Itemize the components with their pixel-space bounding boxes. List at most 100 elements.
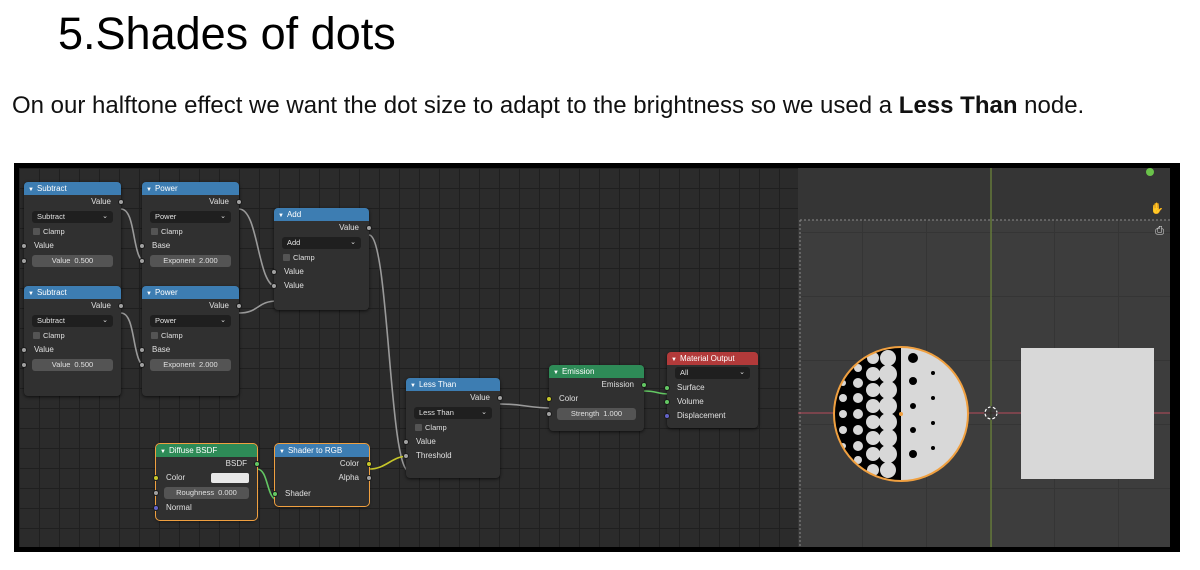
node-subtract-2[interactable]: ▼ Subtract Value Subtract ⌄ Clamp Value Va… (21, 286, 124, 396)
clamp-checkbox[interactable]: Clamp (24, 225, 121, 239)
shader-node-editor[interactable]: ▼ Subtract Value Subtract ⌄ Clamp Value Va… (19, 168, 798, 547)
socket-input[interactable] (153, 475, 159, 481)
clamp-checkbox[interactable]: Clamp (274, 251, 369, 265)
3d-viewport[interactable]: ✋ ⎙ (798, 168, 1170, 547)
collapse-arrow-icon[interactable]: ▼ (553, 370, 559, 376)
socket-input[interactable] (403, 439, 409, 445)
collapse-arrow-icon[interactable]: ▼ (146, 187, 152, 193)
node-header[interactable]: ▼ Less Than (406, 378, 500, 391)
hand-move-icon[interactable]: ✋ (1150, 202, 1164, 215)
body-text-suffix: node. (1017, 92, 1085, 119)
operation-dropdown[interactable]: Subtract ⌄ (32, 315, 113, 327)
node-header[interactable]: ▼ Shader to RGB (275, 444, 369, 457)
collapse-arrow-icon[interactable]: ▼ (410, 383, 416, 389)
socket-output[interactable] (118, 199, 124, 205)
checkbox-icon[interactable] (415, 424, 422, 431)
operation-dropdown[interactable]: Power ⌄ (150, 315, 231, 327)
exponent-field[interactable]: Exponent 2.000 (139, 255, 231, 267)
socket-input[interactable] (271, 269, 277, 275)
collapse-arrow-icon[interactable]: ▼ (671, 357, 677, 363)
checkbox-icon[interactable] (33, 332, 40, 339)
socket-output[interactable] (118, 303, 124, 309)
node-header[interactable]: ▼ Power (142, 182, 239, 195)
socket-output[interactable] (254, 461, 260, 467)
node-shader-to-rgb[interactable]: ▼ Shader to RGB Color Alpha Shader (272, 443, 372, 507)
node-emission[interactable]: ▼ Emission Emission Color Strength 1.000 (546, 365, 647, 431)
socket-input[interactable] (21, 362, 27, 368)
socket-output[interactable] (366, 225, 372, 231)
socket-input[interactable] (271, 283, 277, 289)
socket-input[interactable] (664, 385, 670, 391)
operation-dropdown[interactable]: Power ⌄ (150, 211, 231, 223)
node-power-2[interactable]: ▼ Power Value Power ⌄ Clamp Base Exponent 2… (139, 286, 242, 396)
node-header[interactable]: ▼ Add (274, 208, 369, 221)
node-header[interactable]: ▼ Power (142, 286, 239, 299)
camera-icon[interactable]: ⎙ (1155, 225, 1164, 238)
color-swatch[interactable] (211, 473, 249, 483)
collapse-arrow-icon[interactable]: ▼ (28, 291, 34, 297)
node-header[interactable]: ▼ Subtract (24, 286, 121, 299)
socket-input[interactable] (153, 490, 159, 496)
socket-input[interactable] (153, 505, 159, 511)
operation-dropdown[interactable]: Less Than ⌄ (414, 407, 492, 419)
node-header[interactable]: ▼ Emission (549, 365, 644, 378)
node-power-1[interactable]: ▼ Power Value Power ⌄ Clamp Base Exponent 2… (139, 182, 242, 292)
value-field[interactable]: Value 0.500 (21, 255, 113, 267)
socket-input[interactable] (664, 399, 670, 405)
wire-power1-add (238, 208, 278, 288)
wire-power2-add (238, 300, 278, 314)
collapse-arrow-icon[interactable]: ▼ (28, 187, 34, 193)
socket-output[interactable] (236, 303, 242, 309)
clamp-checkbox[interactable]: Clamp (406, 421, 500, 435)
socket-output[interactable] (366, 461, 372, 467)
socket-output[interactable] (366, 475, 372, 481)
node-header[interactable]: ▼ Diffuse BSDF (156, 444, 257, 457)
socket-input[interactable] (139, 362, 145, 368)
node-add[interactable]: ▼ Add Value Add ⌄ Clamp Value Value (271, 208, 372, 310)
node-material-output[interactable]: ▼ Material Output All ⌄ Surface Volume Dis… (664, 352, 758, 428)
collapse-arrow-icon[interactable]: ▼ (160, 449, 166, 455)
node-title: Power (154, 288, 178, 297)
socket-input[interactable] (272, 491, 278, 497)
input-color: Color (546, 392, 644, 406)
checkbox-icon[interactable] (33, 228, 40, 235)
socket-input[interactable] (21, 347, 27, 353)
socket-input[interactable] (139, 258, 145, 264)
output-value: Value (24, 195, 124, 209)
clamp-checkbox[interactable]: Clamp (142, 225, 239, 239)
input-base: Base (139, 343, 239, 357)
node-header[interactable]: ▼ Material Output (667, 352, 758, 365)
clamp-checkbox[interactable]: Clamp (142, 329, 239, 343)
operation-dropdown[interactable]: Add ⌄ (282, 237, 361, 249)
roughness-field[interactable]: Roughness 0.000 (153, 487, 249, 499)
node-subtract-1[interactable]: ▼ Subtract Value Subtract ⌄ Clamp Value Va… (21, 182, 124, 292)
checkbox-icon[interactable] (151, 228, 158, 235)
node-less-than[interactable]: ▼ Less Than Value Less Than ⌄ Clamp Value … (403, 378, 503, 478)
node-diffuse-bsdf[interactable]: ▼ Diffuse BSDF BSDF Color Roughness 0.000 … (153, 443, 260, 521)
target-dropdown[interactable]: All ⌄ (675, 367, 750, 379)
socket-input[interactable] (546, 411, 552, 417)
clamp-checkbox[interactable]: Clamp (24, 329, 121, 343)
checkbox-icon[interactable] (151, 332, 158, 339)
socket-input[interactable] (21, 258, 27, 264)
socket-output[interactable] (641, 382, 647, 388)
socket-input[interactable] (139, 347, 145, 353)
collapse-arrow-icon[interactable]: ▼ (278, 213, 284, 219)
socket-input[interactable] (21, 243, 27, 249)
collapse-arrow-icon[interactable]: ▼ (146, 291, 152, 297)
socket-output[interactable] (236, 199, 242, 205)
value-field[interactable]: Value 0.500 (21, 359, 113, 371)
node-title: Subtract (36, 184, 67, 193)
input-value: Value (403, 435, 500, 449)
socket-input[interactable] (664, 413, 670, 419)
socket-output[interactable] (497, 395, 503, 401)
strength-field[interactable]: Strength 1.000 (546, 408, 636, 420)
node-header[interactable]: ▼ Subtract (24, 182, 121, 195)
socket-input[interactable] (139, 243, 145, 249)
checkbox-icon[interactable] (283, 254, 290, 261)
operation-dropdown[interactable]: Subtract ⌄ (32, 211, 113, 223)
collapse-arrow-icon[interactable]: ▼ (279, 449, 285, 455)
socket-input[interactable] (546, 396, 552, 402)
socket-input[interactable] (403, 453, 409, 459)
exponent-field[interactable]: Exponent 2.000 (139, 359, 231, 371)
